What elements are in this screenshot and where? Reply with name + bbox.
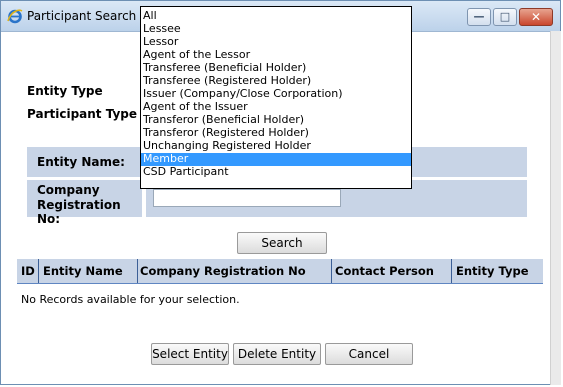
window-right-edge [550, 31, 561, 385]
search-button[interactable]: Search [237, 232, 327, 254]
column-header-entity-name[interactable]: Entity Name [43, 264, 123, 278]
dropdown-option-all[interactable]: All [141, 9, 411, 23]
minimize-icon: — [473, 10, 485, 23]
maximize-button[interactable]: □ [493, 8, 517, 26]
column-header-company-registration-no[interactable]: Company Registration No [140, 264, 306, 278]
column-separator [137, 259, 138, 283]
dropdown-option-unchanging-registered-holder[interactable]: Unchanging Registered Holder [141, 139, 411, 153]
no-records-message: No Records available for your selection. [21, 293, 240, 306]
delete-entity-button[interactable]: Delete Entity [233, 343, 321, 365]
dropdown-option-transferor-registered[interactable]: Transferor (Registered Holder) [141, 126, 411, 140]
column-header-entity-type[interactable]: Entity Type [456, 264, 529, 278]
select-entity-button[interactable]: Select Entity [151, 343, 229, 365]
participant-type-label: Participant Type [27, 107, 138, 121]
column-header-contact-person[interactable]: Contact Person [335, 264, 434, 278]
entity-name-label: Entity Name: [37, 155, 125, 169]
dropdown-option-transferee-registered[interactable]: Transferee (Registered Holder) [141, 74, 411, 88]
dropdown-option-lessor[interactable]: Lessor [141, 35, 411, 49]
dropdown-option-member[interactable]: Member [141, 152, 411, 166]
internet-explorer-icon [7, 9, 23, 24]
entity-name-label-cell: Entity Name: [27, 147, 142, 177]
column-separator [331, 259, 332, 283]
minimize-button[interactable]: — [467, 8, 491, 26]
results-table-header: ID Entity Name Company Registration No C… [17, 259, 543, 284]
participant-search-window: Participant Search - Inte — □ ✕ Entity T… [0, 0, 561, 385]
cancel-button[interactable]: Cancel [325, 343, 413, 365]
dropdown-option-agent-of-the-issuer[interactable]: Agent of the Issuer [141, 100, 411, 114]
dropdown-option-csd-participant[interactable]: CSD Participant [141, 165, 411, 179]
close-button[interactable]: ✕ [519, 8, 553, 26]
column-header-id[interactable]: ID [21, 264, 35, 278]
company-reg-label-line1: Company [37, 183, 100, 197]
dropdown-option-issuer[interactable]: Issuer (Company/Close Corporation) [141, 87, 411, 101]
maximize-icon: □ [499, 10, 511, 23]
dropdown-option-transferor-beneficial[interactable]: Transferor (Beneficial Holder) [141, 113, 411, 127]
column-separator [451, 259, 452, 283]
dropdown-option-lessee[interactable]: Lessee [141, 22, 411, 36]
column-separator [38, 259, 39, 283]
company-registration-input[interactable] [153, 189, 341, 207]
close-icon: ✕ [530, 10, 542, 24]
participant-type-dropdown-list[interactable]: All Lessee Lessor Agent of the Lessor Tr… [140, 6, 412, 189]
company-reg-label-line2: Registration No: [37, 198, 121, 226]
company-reg-label-cell: Company Registration No: [27, 180, 142, 226]
entity-type-label: Entity Type [27, 84, 103, 98]
dropdown-option-transferee-beneficial[interactable]: Transferee (Beneficial Holder) [141, 61, 411, 75]
dropdown-option-agent-of-the-lessor[interactable]: Agent of the Lessor [141, 48, 411, 62]
